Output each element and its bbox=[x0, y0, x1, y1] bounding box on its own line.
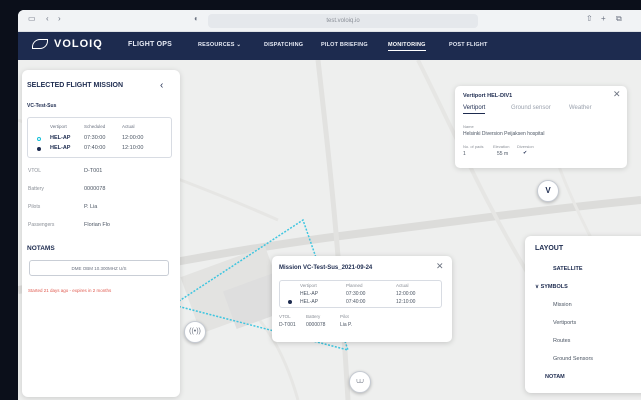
detail-value: D-T001 bbox=[279, 322, 296, 328]
chevron-down-icon: ⌄ bbox=[236, 42, 242, 48]
vertiport-marker[interactable]: V bbox=[537, 180, 559, 202]
table-cell: 07:30:00 bbox=[84, 135, 106, 141]
table-cell: HEL-AP bbox=[300, 291, 319, 297]
nav-flight-ops[interactable]: FLIGHT OPS bbox=[128, 41, 172, 48]
detail-value: Lia P. bbox=[340, 322, 353, 328]
vtol-position-marker[interactable]: ⩊ bbox=[349, 371, 371, 393]
pads-value: 1 bbox=[463, 151, 466, 157]
detail-value: 0000078 bbox=[84, 186, 106, 192]
privacy-icon: ◐ bbox=[194, 14, 199, 23]
notams-heading: NOTAMS bbox=[27, 245, 55, 252]
layer-ground-sensors-label: Ground Sensors bbox=[553, 356, 594, 362]
detail-value: 0000078 bbox=[306, 322, 326, 328]
column-header: Scheduled bbox=[84, 124, 106, 129]
flight-schedule-table: Vertiport Scheduled Actual HEL-AP 07:30:… bbox=[27, 117, 172, 158]
share-icon[interactable]: ⇧ bbox=[586, 14, 593, 23]
brand-logo[interactable]: VOLOIQ bbox=[32, 38, 103, 50]
layer-vertiports-label: Vertiports bbox=[553, 320, 577, 326]
layer-notam-label: NOTAM bbox=[545, 374, 565, 380]
mission-name: VC-Test-Sus bbox=[27, 103, 57, 109]
ground-sensor-marker[interactable]: ((•)) bbox=[184, 321, 206, 343]
detail-label: VTOL bbox=[279, 314, 291, 319]
column-header: Vertiport bbox=[300, 283, 317, 288]
nav-dispatching[interactable]: DISPATCHING bbox=[264, 42, 303, 48]
detail-value: P. Lia bbox=[84, 204, 98, 210]
table-cell: 12:00:00 bbox=[122, 135, 144, 141]
table-row: HEL-AP bbox=[50, 135, 71, 141]
url-text: test.voloiq.io bbox=[326, 18, 360, 24]
column-header: Actual bbox=[396, 283, 409, 288]
table-cell: 12:00:00 bbox=[396, 291, 416, 297]
arrival-dot-icon bbox=[37, 147, 41, 151]
detail-label: Battery bbox=[306, 314, 321, 319]
departure-dot-icon bbox=[37, 137, 41, 141]
layer-symbols-label[interactable]: ∨ SYMBOLS bbox=[535, 284, 568, 290]
mission-popup: Mission VC-Test-Sus_2021-09-24 ✕ Vertipo… bbox=[272, 256, 452, 342]
brand-name: VOLOIQ bbox=[54, 38, 103, 50]
table-cell: 12:10:00 bbox=[122, 145, 144, 151]
mission-schedule-table: Vertiport Planned Actual HEL-AP 07:30:00… bbox=[279, 280, 442, 308]
vertiport-popup: Vertiport HEL-DIV1 ✕ Vertiport Ground se… bbox=[455, 86, 627, 168]
browser-chrome: ▭ ‹ › ◐ test.voloiq.io ⇧ + ⧉ bbox=[18, 10, 641, 32]
arrival-dot-icon bbox=[288, 300, 292, 304]
table-cell: 07:30:00 bbox=[346, 291, 366, 297]
volocopter-logo-icon bbox=[32, 39, 48, 50]
detail-label: Pilot bbox=[340, 314, 349, 319]
column-header: Planned bbox=[346, 283, 363, 288]
new-tab-icon[interactable]: + bbox=[601, 14, 606, 23]
table-cell: 07:40:00 bbox=[346, 299, 366, 305]
nav-pilot-briefing[interactable]: PILOT BRIEFING bbox=[321, 42, 368, 48]
nav-post-flight[interactable]: POST FLIGHT bbox=[449, 42, 488, 48]
vertiport-letter: V bbox=[545, 186, 551, 195]
layer-routes-label: Routes bbox=[553, 338, 571, 344]
chevron-down-icon: ∨ bbox=[535, 284, 540, 290]
name-value: Helsinki Diversion Peijaksen hospital bbox=[463, 131, 545, 137]
tab-weather[interactable]: Weather bbox=[569, 105, 592, 111]
layout-title: LAYOUT bbox=[535, 245, 564, 252]
tab-vertiport[interactable]: Vertiport bbox=[463, 105, 486, 114]
detail-label: Passengers bbox=[28, 222, 55, 228]
layer-mission-label: Mission bbox=[553, 302, 572, 308]
panel-title: SELECTED FLIGHT MISSION bbox=[27, 82, 124, 89]
tabs-icon[interactable]: ⧉ bbox=[616, 14, 622, 24]
close-icon[interactable]: ✕ bbox=[436, 261, 444, 272]
detail-label: Battery bbox=[28, 186, 44, 192]
tab-ground-sensor[interactable]: Ground sensor bbox=[511, 105, 551, 111]
sensor-icon: ((•)) bbox=[189, 328, 201, 335]
layout-panel: LAYOUT ✕ SATELLITE ∨ SYMBOLS Mission Ver… bbox=[525, 236, 641, 393]
table-row: HEL-AP bbox=[50, 145, 71, 151]
column-header: Actual bbox=[122, 124, 135, 129]
nav-monitoring[interactable]: MONITORING bbox=[388, 42, 426, 51]
elevation-value: 55 m bbox=[497, 151, 509, 157]
top-navbar: VOLOIQ FLIGHT OPS RESOURCES ⌄ DISPATCHIN… bbox=[18, 32, 641, 60]
back-arrow-icon[interactable]: ‹ bbox=[46, 14, 49, 23]
pads-label: No. of pads bbox=[463, 144, 484, 149]
notam-status: Started 21 days ago - expires in 2 month… bbox=[28, 288, 112, 293]
url-bar[interactable]: test.voloiq.io bbox=[208, 14, 478, 28]
column-header: Vertiport bbox=[50, 124, 67, 129]
check-icon: ✔ bbox=[523, 150, 528, 156]
table-cell: 12:10:00 bbox=[396, 299, 416, 305]
selected-mission-panel: SELECTED FLIGHT MISSION ‹ VC-Test-Sus Ve… bbox=[22, 70, 180, 397]
diversion-label: Diversion bbox=[517, 144, 534, 149]
back-chevron-icon[interactable]: ‹ bbox=[160, 80, 163, 91]
elevation-label: Elevation bbox=[493, 144, 510, 149]
nav-resources[interactable]: RESOURCES ⌄ bbox=[198, 42, 241, 48]
vertiport-title: Vertiport HEL-DIV1 bbox=[463, 93, 513, 99]
notam-item-button[interactable]: DME OBM 10.300MHZ U/S bbox=[29, 260, 169, 276]
mission-popup-title: Mission VC-Test-Sus_2021-09-24 bbox=[279, 265, 373, 271]
table-cell: HEL-AP bbox=[300, 299, 319, 305]
detail-value: D-T001 bbox=[84, 168, 103, 174]
detail-label: Pilots bbox=[28, 204, 41, 210]
drone-icon: ⩊ bbox=[356, 378, 364, 385]
app-window: ▭ ‹ › ◐ test.voloiq.io ⇧ + ⧉ VOLOIQ FLIG… bbox=[18, 10, 641, 400]
layer-satellite-label: SATELLITE bbox=[553, 266, 583, 272]
detail-label: VTOL bbox=[28, 168, 41, 174]
sidebar-toggle-icon[interactable]: ▭ bbox=[28, 14, 36, 23]
forward-arrow-icon[interactable]: › bbox=[58, 14, 61, 23]
name-label: Name bbox=[463, 124, 474, 129]
close-icon[interactable]: ✕ bbox=[613, 89, 621, 100]
detail-value: Florian Flo bbox=[84, 222, 110, 228]
table-cell: 07:40:00 bbox=[84, 145, 106, 151]
